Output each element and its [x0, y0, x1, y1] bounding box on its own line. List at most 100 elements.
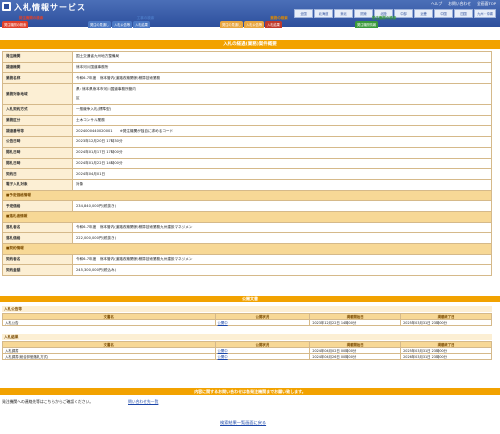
doc-view-link[interactable]: 公開中	[218, 349, 228, 353]
detail-row: 開札日時 2024年01月22日 14時00分	[2, 157, 492, 170]
cell-status: 公開中	[214, 319, 311, 326]
help-link[interactable]: ヘルプ	[431, 1, 442, 7]
detail-row: 業務対象地域 県: 熊本県熊本市河川国道事務所管内区	[2, 83, 492, 106]
tab-forecast[interactable]: 発注の見通し	[88, 21, 112, 28]
inquiry-text: 発注機関への連絡先等はこちらからご確認ください。	[2, 399, 94, 404]
field-value-text: 区	[76, 96, 80, 101]
field-value: 国土交通省九州地方整備局	[72, 51, 492, 63]
inquiry-bar: 内容に関するお問い合わせは各発注機関までお願い致します。	[0, 388, 500, 395]
field-value: 2024年01月22日 14時00分	[72, 157, 492, 170]
cat-head: 発注機関の検索	[371, 16, 397, 20]
cell-start: 2024年04月26日 00時00分	[309, 353, 402, 360]
cell-start: 2023年12月22日 14時00分	[309, 319, 402, 326]
contact-link[interactable]: お問い合わせ	[448, 1, 471, 7]
inquiry-list-link[interactable]: 問い合わせ先一覧	[128, 399, 158, 405]
field-value-text: 245,300,000円(税込み)	[76, 267, 117, 272]
detail-row: 調達機関 熊本河川国道事務所	[2, 61, 492, 74]
cat-head: 工事の検索	[136, 16, 155, 20]
public-docs-title: 公開文書	[0, 296, 500, 302]
cell-end: 2025年03月31日 23時00分	[400, 319, 492, 326]
field-label: 契約者名	[2, 253, 73, 266]
field-value: 県: 熊本県熊本市河川国道事務所管内区	[72, 83, 492, 106]
utility-links: ヘルプ お問い合わせ 全画面TOP	[431, 1, 496, 7]
field-value: 土木コンサル業務	[72, 114, 492, 127]
detail-row: 入札契約方式 一般競争入札(標準型)	[2, 104, 492, 116]
tab-agency-info[interactable]: 発注機関情報	[355, 21, 379, 28]
top-link[interactable]: 全画面TOP	[477, 1, 496, 7]
field-label: 発注機関	[2, 51, 73, 63]
tab-results-active[interactable]: 入札結果	[265, 21, 282, 28]
cell-name: 入札公告	[2, 319, 216, 326]
tab-notices[interactable]: 入札公告等	[112, 21, 133, 28]
field-label: 調達機関	[2, 61, 73, 74]
field-label: 電子入札対象	[2, 178, 73, 191]
detail-section-row: ■予定価格情報	[2, 189, 492, 202]
field-value: 令和6-7年度 熊本管内(道路改築関係)積算技術業務九州建設マネジメン	[72, 253, 492, 266]
field-label: 契約日	[2, 168, 73, 180]
field-value-text: 234,840,000円(税抜き)	[76, 203, 117, 208]
detail-row: 落札者名 令和6-7年度 熊本管内(道路改築関係)積算技術業務九州建設マネジメン	[2, 221, 492, 234]
site-title[interactable]: 入札情報サービス	[14, 2, 86, 13]
field-label: 落札者名	[2, 221, 73, 234]
field-value-text: 2024000440020001 ※発注機関が独自に求めるコード	[76, 128, 174, 133]
cat-head: 発注機関の検索	[18, 16, 44, 20]
field-label: 開札日時	[2, 146, 73, 159]
field-value-text: 令和6-7年度 熊本管内(道路改築関係)積算技術業務九州建設マネジメン	[76, 257, 193, 262]
field-value-text: 土木コンサル業務	[76, 118, 105, 123]
field-value-text: 2024年04月01日	[76, 171, 106, 176]
field-label: 契約金額	[2, 264, 73, 277]
table-row: 入札調書(総合評価落札方式) 公開中 2024年04月26日 00時00分 2026年…	[2, 353, 492, 360]
section-heading: ■予定価格情報	[2, 189, 492, 202]
cat-head: 業務の検索	[270, 16, 288, 20]
field-value-text: 令和6-7年度 熊本管内(道路改築関係)積算技術業務	[76, 75, 161, 80]
field-value-text: 対象	[76, 182, 84, 187]
cat-construction: 工事の検索 発注の見通し 入札公告等 入札結果	[88, 16, 203, 28]
section-heading: ■落札者情報	[2, 210, 492, 223]
cell-name: 入札調書(総合評価落札方式)	[2, 353, 216, 360]
detail-row: 発注機関 国土交通省九州地方整備局	[2, 51, 492, 63]
field-value-text: 一般競争入札(標準型)	[76, 107, 112, 112]
detail-row: 落札価格 222,000,000円(税抜き)	[2, 232, 492, 244]
back-to-results-link[interactable]: 検索結果一覧画面に戻る	[220, 420, 266, 426]
cat-services: 業務の検索 発注の見通し 入札公告等 入札結果	[220, 16, 338, 28]
field-value-text: 2023年12月20日 17時30分	[76, 139, 123, 144]
detail-section-row: ■落札者情報	[2, 210, 492, 223]
field-value: 245,300,000円(税込み)	[72, 264, 492, 277]
category-nav: 発注機関の検索 発注機関の検索 工事の検索 発注の見通し 入札公告等 入札結果 …	[0, 16, 500, 28]
tab-notices[interactable]: 入札公告等	[244, 21, 265, 28]
tab-forecast[interactable]: 発注の見通し	[220, 21, 244, 28]
detail-row: 業務名称 令和6-7年度 熊本管内(道路改築関係)積算技術業務	[2, 72, 492, 85]
detail-row: 調達番号等 2024000440020001 ※発注機関が独自に求めるコード	[2, 125, 492, 138]
field-value: 2024000440020001 ※発注機関が独自に求めるコード	[72, 125, 492, 138]
tab-agency-search[interactable]: 発注機関の検索	[2, 21, 29, 28]
field-value: 対象	[72, 178, 492, 191]
result-docs-table: 文書名 公開状況 掲載開始日 掲載終了日 入札調書 公開中 2024年04月02日 00時0…	[2, 341, 492, 360]
detail-row: 開札日時 2024年01月17日 17時00分	[2, 146, 492, 159]
table-row: 入札公告 公開中 2023年12月22日 14時00分 2025年03月31日 23時…	[2, 319, 492, 326]
field-label: 予定価格	[2, 200, 73, 212]
doc-view-link[interactable]: 公開中	[218, 355, 228, 359]
field-value: 222,000,000円(税抜き)	[72, 232, 492, 244]
field-value: 234,840,000円(税抜き)	[72, 200, 492, 212]
detail-section-row: ■契約情報	[2, 243, 492, 255]
cell-status: 公開中	[214, 353, 311, 360]
detail-row: 契約者名 令和6-7年度 熊本管内(道路改築関係)積算技術業務九州建設マネジメン	[2, 253, 492, 266]
detail-row: 業務区分 土木コンサル業務	[2, 114, 492, 127]
field-value-text: 県: 熊本県熊本市河川国道事務所管内	[76, 87, 136, 92]
notice-section-label: 入札公告等	[2, 306, 492, 312]
doc-view-link[interactable]: 公開中	[218, 321, 228, 325]
field-label: 業務名称	[2, 72, 73, 85]
detail-table: 発注機関 国土交通省九州地方整備局 調達機関 熊本河川国道事務所 業務名称 令和6-7年度…	[2, 51, 492, 277]
detail-row: 契約日 2024年04月01日	[2, 168, 492, 180]
field-value: 2023年12月20日 17時30分	[72, 136, 492, 148]
tab-results[interactable]: 入札結果	[133, 21, 150, 28]
field-value-text: 令和6-7年度 熊本管内(道路改築関係)積算技術業務九州建設マネジメン	[76, 224, 193, 229]
field-value: 2024年01月17日 17時00分	[72, 146, 492, 159]
field-label: 落札価格	[2, 232, 73, 244]
field-value-text: 222,000,000円(税抜き)	[76, 235, 117, 240]
field-value: 熊本河川国道事務所	[72, 61, 492, 74]
page-title: 入札の経過(業務)案件概要	[0, 40, 500, 49]
field-value-text: 2024年01月22日 14時00分	[76, 160, 123, 165]
field-label: 公告日時	[2, 136, 73, 148]
cat-agency-info: 発注機関の検索 発注機関情報	[355, 16, 413, 28]
